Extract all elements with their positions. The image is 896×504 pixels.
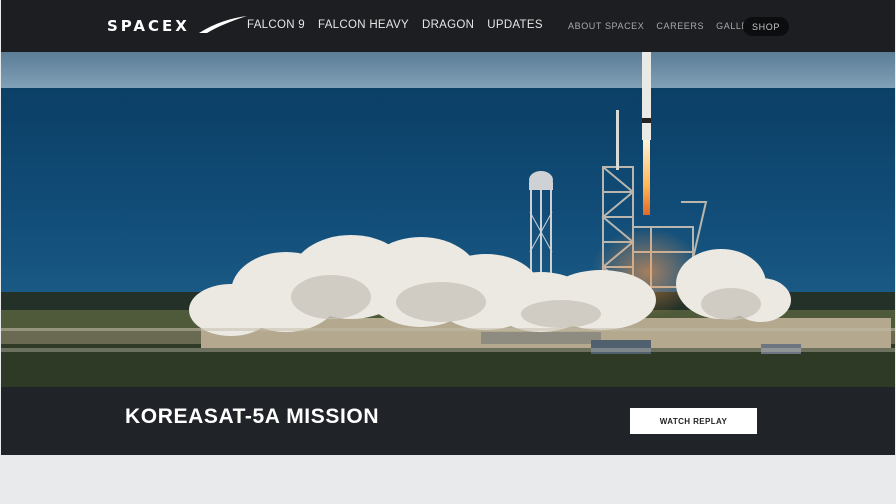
top-navigation: SPACEX FALCON 9 FALCON HEAVY DRAGON UPDA… xyxy=(1,0,895,52)
primary-nav: FALCON 9 FALCON HEAVY DRAGON UPDATES xyxy=(247,19,543,31)
watch-replay-button[interactable]: WATCH REPLAY xyxy=(630,408,757,434)
nav-about-spacex[interactable]: ABOUT SPACEX xyxy=(568,21,644,31)
nav-updates[interactable]: UPDATES xyxy=(487,19,543,31)
nav-falcon-heavy[interactable]: FALCON HEAVY xyxy=(318,19,409,31)
spacex-logo[interactable]: SPACEX xyxy=(107,12,251,40)
shop-button[interactable]: SHOP xyxy=(743,17,789,36)
launch-photo xyxy=(1,52,895,387)
page: SPACEX FALCON 9 FALCON HEAVY DRAGON UPDA… xyxy=(1,0,895,455)
secondary-nav: ABOUT SPACEX CAREERS GALLERY xyxy=(568,21,762,31)
mission-title: KOREASAT-5A MISSION xyxy=(125,405,380,428)
nav-careers[interactable]: CAREERS xyxy=(656,21,704,31)
logo-swoosh-icon xyxy=(199,16,247,33)
hero-launch-image xyxy=(1,52,895,387)
nav-dragon[interactable]: DRAGON xyxy=(422,19,474,31)
nav-falcon-9[interactable]: FALCON 9 xyxy=(247,19,305,31)
